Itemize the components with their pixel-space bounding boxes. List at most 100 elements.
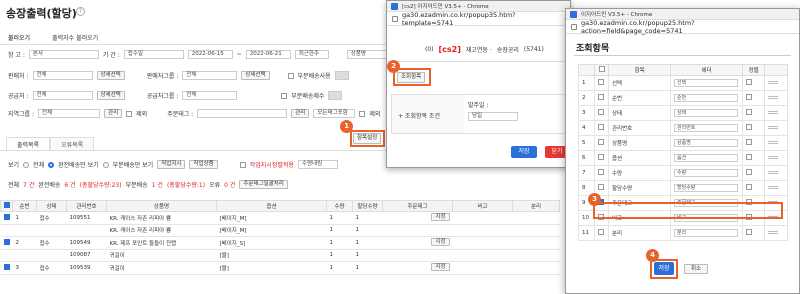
drag-handle-icon[interactable] [768,231,778,234]
vendor-group-detail-button[interactable]: 상세선택 [241,71,270,80]
item-header-input[interactable]: 수량 [674,169,738,177]
row-tag-button[interactable]: 지정 [431,238,450,247]
header-product[interactable]: 상품명 [106,200,217,212]
header-note[interactable]: 비고 [452,200,513,212]
header-id[interactable]: 관리번호 [66,200,107,212]
work-product-button[interactable]: 작업상품 [189,160,218,169]
order-tag-exclude-checkbox[interactable] [359,110,366,117]
warehouse-select[interactable]: 본사 [28,50,99,59]
header-split[interactable]: 분리 [512,200,560,212]
item-checkbox[interactable] [594,225,609,241]
drag-handle-icon[interactable] [768,81,778,84]
region-exclude-checkbox[interactable] [126,110,133,117]
row-checkbox[interactable] [0,261,13,275]
region-manage-button[interactable]: 관리 [104,109,123,118]
drag-handle-icon[interactable] [768,156,778,159]
list-item[interactable]: 8 할당수량 할당수량 [578,180,788,196]
item-sort-checkbox[interactable] [746,109,752,115]
popup2-cancel-button[interactable]: 취소 [684,264,709,274]
item-header-input[interactable]: 할당수량 [674,184,738,192]
item-sort-checkbox[interactable] [746,124,752,130]
drag-handle-icon[interactable] [768,111,778,114]
item-header-input[interactable]: 옵션 [674,154,738,162]
item-sort-checkbox[interactable] [746,94,752,100]
partial-delivery-checkbox[interactable] [287,72,294,79]
order-tag-mode-select[interactable]: 모든태그포함 [313,109,356,118]
row-tag-button[interactable]: 지정 [431,213,450,222]
supplier-select[interactable]: 전체 [32,91,93,100]
item-checkbox[interactable] [594,105,609,121]
tab-load[interactable]: 불러오기 [8,33,30,42]
period-type-select[interactable]: 접수일 [123,50,184,59]
help-icon[interactable]: ? [76,7,85,16]
sort-select[interactable]: 수령내림 [297,160,338,169]
table-row[interactable]: KR. 캐이스 자존 리피아 뿅 [베이지_M] 1 1 [0,224,560,237]
item-sort-checkbox[interactable] [746,169,752,175]
partial-supplier-input[interactable] [328,91,343,100]
header-alloc[interactable]: 할당수량 [352,200,383,212]
drag-handle-icon[interactable] [768,171,778,174]
table-row[interactable]: 2 접수 109549 KR. 제프 포인트 들들이 전랩 [베이지_S] 1 … [0,236,560,250]
item-sort-checkbox[interactable] [746,139,752,145]
item-checkbox[interactable] [594,135,609,151]
list-item[interactable]: 2 순번 순번 [578,90,788,106]
item-header-input[interactable]: 순번 [674,94,738,102]
tab-print-count-load[interactable]: 출력자수 불러오기 [52,33,98,42]
date-from-input[interactable]: 2022-06-15 [187,50,233,59]
header-qty[interactable]: 수량 [326,200,353,212]
item-checkbox[interactable] [594,90,609,106]
item-checkbox[interactable] [594,75,609,91]
popup2-urlbar[interactable]: ga30.ezadmin.co.kr/popup25.htm?action=fi… [566,19,799,35]
item-sort-checkbox[interactable] [746,184,752,190]
vendor-select[interactable]: 전체 [32,71,93,80]
item-header-input[interactable]: 상태 [674,109,738,117]
list-item[interactable]: 3 상태 상태 [578,105,788,121]
list-item[interactable]: 5 상품명 상품명 [578,135,788,151]
row-checkbox[interactable] [0,236,13,250]
header-seq[interactable]: 순번 [12,200,37,212]
partial-delivery-input[interactable] [334,71,349,80]
order-tag-select[interactable] [197,109,288,118]
work-order-sort-checkbox[interactable] [239,161,246,168]
drag-handle-icon[interactable] [768,186,778,189]
list-item[interactable]: 6 옵션 옵션 [578,150,788,166]
region-select[interactable]: 전체 [38,109,101,118]
date-to-input[interactable]: 2022-06-21 [245,50,291,59]
view-partial-radio[interactable] [102,161,109,168]
partial-supplier-checkbox[interactable] [281,92,288,99]
order-tag-batch-button[interactable]: 주문태그일괄처리 [239,180,288,189]
vendor-group-select[interactable]: 전체 [182,71,238,80]
period-preset-select[interactable]: 최근한주 [294,50,329,59]
header-option[interactable]: 옵션 [216,200,327,212]
item-sort-checkbox[interactable] [746,229,752,235]
tab-print-list[interactable]: 출력목록 [6,137,51,151]
item-header-input[interactable]: 관리번호 [674,124,738,132]
supplier-group-select[interactable]: 전체 [182,91,238,100]
item-header-input[interactable]: 분리 [674,229,738,237]
work-order-button[interactable]: 작업지시 [157,160,186,169]
header-select[interactable] [0,200,13,212]
supplier-detail-button[interactable]: 상세선택 [96,91,125,100]
item-header-input[interactable]: 선택 [674,79,738,87]
popup1-urlbar[interactable]: ga30.ezadmin.co.kr/popup35.htm?template=… [387,11,570,27]
list-item[interactable]: 7 수량 수량 [578,165,788,181]
popup1-save-button[interactable]: 저장 [511,146,537,158]
table-row[interactable]: 1 접수 109551 KR. 캐이스 자존 리피아 뿅 [베이지_M] 1 1… [0,211,560,225]
item-checkbox[interactable] [594,150,609,166]
view-all-radio[interactable] [23,161,30,168]
header-status[interactable]: 상태 [36,200,67,212]
item-checkbox[interactable] [594,120,609,136]
item-header-input[interactable]: 상품명 [674,139,738,147]
view-complete-radio[interactable] [48,161,55,168]
vendor-detail-button[interactable]: 상세선택 [96,71,125,80]
drag-handle-icon[interactable] [768,126,778,129]
order-tag-manage-button[interactable]: 관리 [291,109,310,118]
drag-handle-icon[interactable] [768,96,778,99]
list-item[interactable]: 4 관리번호 관리번호 [578,120,788,136]
row-checkbox[interactable] [0,211,13,225]
row-tag-button[interactable]: 지정 [431,263,450,272]
item-sort-checkbox[interactable] [746,79,752,85]
list-item[interactable]: 11 분리 분리 [578,225,788,241]
header-order-tag[interactable]: 주문태그 [382,200,453,212]
col-check-header[interactable] [594,64,609,76]
